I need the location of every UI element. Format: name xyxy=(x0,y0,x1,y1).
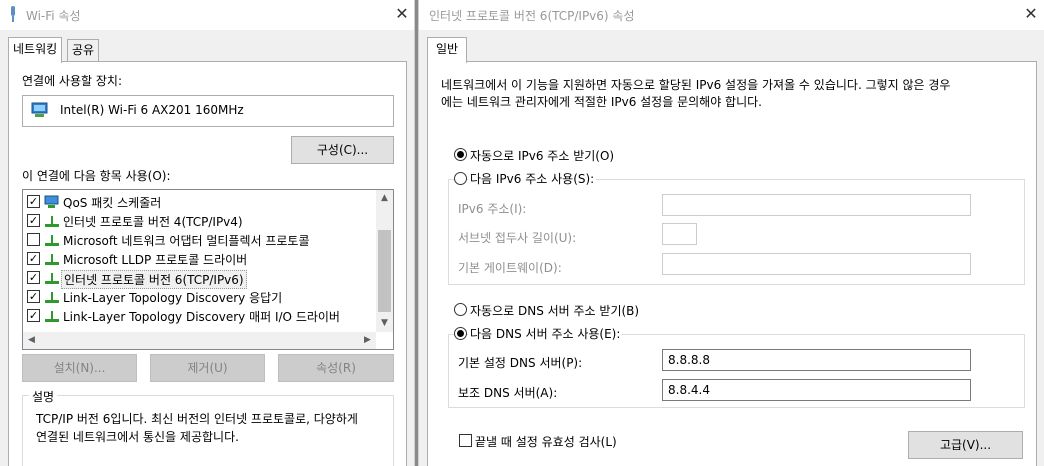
general-panel: 네트워크에서 이 기능을 지원하면 자동으로 할당된 IPv6 설정을 가져올 … xyxy=(427,61,1037,466)
list-item[interactable]: ✓ QoS 패킷 스케줄러 xyxy=(27,192,372,211)
networking-panel: 연결에 사용할 장치: Intel(R) Wi-Fi 6 AX201 160MH… xyxy=(8,61,407,466)
item-label: QoS 패킷 스케줄러 xyxy=(63,196,162,210)
intro-line-2: 에는 네트워크 관리자에게 적절한 IPv6 설정을 문의해야 합니다. xyxy=(441,95,762,109)
ipv6-title: 인터넷 프로토콜 버전 6(TCP/IPv6) 속성 xyxy=(429,9,635,23)
network-adapter-icon xyxy=(31,101,49,122)
protocol-icon xyxy=(44,271,60,288)
description-group: 설명 TCP/IP 버전 6입니다. 최신 버전의 인터넷 프로토콜로, 다양하… xyxy=(22,388,394,466)
list-item[interactable]: Microsoft 네트워크 어댑터 멀티플렉서 프로토콜 xyxy=(27,230,372,249)
auto-dns-radio[interactable] xyxy=(454,303,467,316)
alternate-dns-label: 보조 DNS 서버(A): xyxy=(458,386,558,400)
wifi-properties-dialog: Wi-Fi 속성 ✕ 네트워킹 공유 연결에 사용할 장치: Intel(R) … xyxy=(0,0,415,466)
protocol-icon xyxy=(44,214,60,231)
ipv6-address-label: IPv6 주소(I): xyxy=(458,202,527,216)
tab-general[interactable]: 일반 xyxy=(427,37,468,63)
intro-line-1: 네트워크에서 이 기능을 지원하면 자동으로 할당된 IPv6 설정을 가져올 … xyxy=(441,78,951,92)
manual-dns-radio[interactable] xyxy=(454,327,467,340)
item-checkbox[interactable]: ✓ xyxy=(27,214,40,227)
uninstall-button[interactable]: 제거(U) xyxy=(150,354,265,382)
wifi-title-icon xyxy=(8,5,18,26)
prefix-length-input[interactable] xyxy=(662,223,697,245)
ipv6-address-input[interactable] xyxy=(662,194,971,216)
protocol-icon xyxy=(44,233,60,250)
description-line-1: TCP/IP 버전 6입니다. 최신 버전의 인터넷 프로토콜로, 다양하게 xyxy=(36,412,358,426)
list-item[interactable]: ✓ 인터넷 프로토콜 버전 4(TCP/IPv4) xyxy=(27,211,372,230)
install-button[interactable]: 설치(N)... xyxy=(22,354,137,382)
connect-using-label: 연결에 사용할 장치: xyxy=(22,74,122,88)
components-list[interactable]: ✓ QoS 패킷 스케줄러 ✓ 인터넷 프로토콜 버전 4(TCP/IPv4) … xyxy=(22,189,394,350)
manual-ipv6-radio[interactable] xyxy=(454,172,467,185)
description-title: 설명 xyxy=(29,388,58,405)
properties-button[interactable]: 속성(R) xyxy=(278,354,394,382)
list-item-selected[interactable]: ✓ 인터넷 프로토콜 버전 6(TCP/IPv6) xyxy=(27,268,372,289)
ipv6-titlebar: 인터넷 프로토콜 버전 6(TCP/IPv6) 속성 ✕ xyxy=(419,0,1044,30)
preferred-dns-label: 기본 설정 DNS 서버(P): xyxy=(458,356,583,370)
list-vertical-scrollbar[interactable]: ▲ ▼ xyxy=(376,190,393,332)
scroll-down-arrow-icon[interactable]: ▼ xyxy=(376,315,393,332)
scroll-up-arrow-icon[interactable]: ▲ xyxy=(376,190,393,207)
validate-label[interactable]: 끝낼 때 설정 유효성 검사(L) xyxy=(475,433,617,450)
adapter-name: Intel(R) Wi-Fi 6 AX201 160MHz xyxy=(60,103,244,117)
ipv6-properties-dialog: 인터넷 프로토콜 버전 6(TCP/IPv6) 속성 ✕ 일반 네트워크에서 이… xyxy=(418,0,1044,466)
alternate-dns-input[interactable]: 8.8.4.4 xyxy=(662,379,971,401)
manual-ipv6-label[interactable]: 다음 IPv6 주소 사용(S): xyxy=(468,170,597,187)
item-label: Link-Layer Topology Discovery 매퍼 I/O 드라이… xyxy=(63,310,340,324)
description-line-2: 연결된 네트워크에서 통신을 제공합니다. xyxy=(36,430,239,444)
items-label: 이 연결에 다음 항목 사용(O): xyxy=(22,169,171,183)
item-checkbox[interactable]: ✓ xyxy=(27,252,40,265)
list-item[interactable]: ✓ Microsoft LLDP 프로토콜 드라이버 xyxy=(27,249,372,268)
tab-sharing[interactable]: 공유 xyxy=(67,39,100,61)
protocol-icon xyxy=(44,290,60,307)
prefix-length-label: 서브넷 접두사 길이(U): xyxy=(458,231,577,245)
item-label: 인터넷 프로토콜 버전 4(TCP/IPv4) xyxy=(63,215,243,229)
item-label: Microsoft 네트워크 어댑터 멀티플렉서 프로토콜 xyxy=(63,234,310,248)
item-label: Link-Layer Topology Discovery 응답기 xyxy=(63,291,283,305)
network-client-icon xyxy=(44,195,60,212)
adapter-box: Intel(R) Wi-Fi 6 AX201 160MHz xyxy=(22,95,394,127)
item-checkbox[interactable]: ✓ xyxy=(27,271,40,284)
item-checkbox[interactable]: ✓ xyxy=(27,309,40,322)
wifi-close-button[interactable]: ✕ xyxy=(388,3,414,27)
gateway-label: 기본 게이트웨이(D): xyxy=(458,261,562,275)
list-item[interactable]: ✓ Link-Layer Topology Discovery 응답기 xyxy=(27,287,372,306)
list-item[interactable]: ✓ Link-Layer Topology Discovery 매퍼 I/O 드… xyxy=(27,306,372,325)
protocol-icon xyxy=(44,309,60,326)
preferred-dns-input[interactable]: 8.8.8.8 xyxy=(662,349,971,371)
tab-networking[interactable]: 네트워킹 xyxy=(8,37,63,63)
validate-checkbox[interactable] xyxy=(459,434,472,447)
item-checkbox[interactable]: ✓ xyxy=(27,195,40,208)
ipv6-close-button[interactable]: ✕ xyxy=(1017,3,1044,27)
advanced-button[interactable]: 고급(V)... xyxy=(908,431,1023,459)
scroll-right-arrow-icon[interactable]: ▶ xyxy=(359,332,376,349)
manual-dns-label[interactable]: 다음 DNS 서버 주소 사용(E): xyxy=(468,325,623,342)
item-label: Microsoft LLDP 프로토콜 드라이버 xyxy=(63,253,248,267)
auto-ipv6-label[interactable]: 자동으로 IPv6 주소 받기(O) xyxy=(470,147,614,164)
protocol-icon xyxy=(44,252,60,269)
wifi-title: Wi-Fi 속성 xyxy=(26,9,81,23)
auto-dns-label[interactable]: 자동으로 DNS 서버 주소 받기(B) xyxy=(470,302,639,319)
item-checkbox[interactable]: ✓ xyxy=(27,290,40,303)
vertical-scroll-thumb[interactable] xyxy=(378,230,391,312)
wifi-titlebar: Wi-Fi 속성 ✕ xyxy=(0,0,414,30)
scroll-left-arrow-icon[interactable]: ◀ xyxy=(23,332,40,349)
gateway-input[interactable] xyxy=(662,253,971,275)
configure-button[interactable]: 구성(C)... xyxy=(291,136,394,164)
list-horizontal-scrollbar[interactable]: ◀ ▶ xyxy=(23,332,376,349)
item-checkbox[interactable] xyxy=(27,233,40,246)
auto-ipv6-radio[interactable] xyxy=(454,148,467,161)
